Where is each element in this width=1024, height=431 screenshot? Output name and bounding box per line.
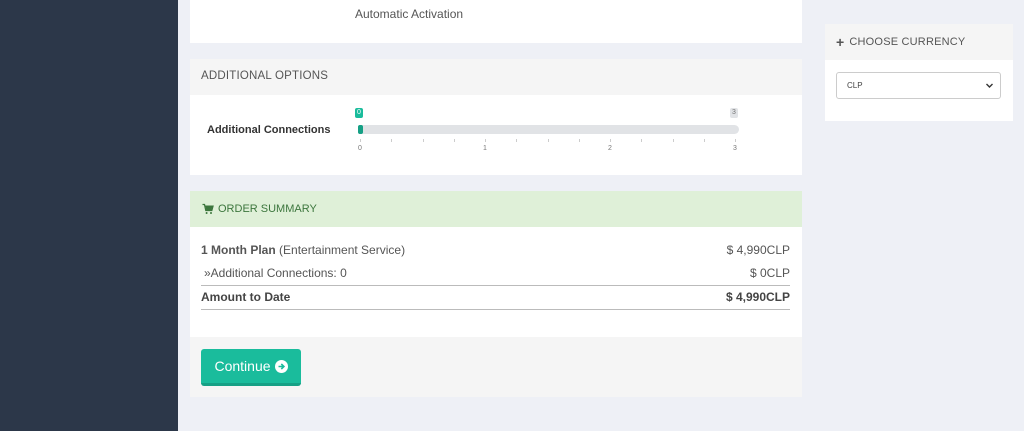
order-summary-panel: ORDER SUMMARY 1 Month Plan (Entertainmen… xyxy=(190,191,802,337)
order-summary-heading: ORDER SUMMARY xyxy=(190,191,802,227)
plus-icon: + xyxy=(836,34,845,50)
continue-label: Continue xyxy=(214,358,271,374)
slider-value-badge: 0 xyxy=(355,108,363,118)
slider-tick xyxy=(391,139,393,142)
currency-heading: + CHOOSE CURRENCY xyxy=(825,24,1013,60)
total-label: Amount to Date xyxy=(201,290,291,304)
slider-tick xyxy=(703,139,705,142)
checkout-footer: Continue xyxy=(190,337,802,397)
connections-amount: $ 0CLP xyxy=(749,266,790,280)
slider-tick xyxy=(360,139,361,142)
shopping-cart-icon xyxy=(202,203,214,214)
plan-name: 1 Month Plan xyxy=(201,243,276,257)
slider-tick-label: 1 xyxy=(483,145,487,152)
currency-panel: + CHOOSE CURRENCY CLP xyxy=(825,0,1013,121)
order-summary-title: ORDER SUMMARY xyxy=(218,203,317,215)
product-panel: Automatic Activation xyxy=(190,0,802,43)
plan-line: 1 Month Plan (Entertainment Service) xyxy=(201,243,405,257)
slider-tick xyxy=(735,139,736,142)
slider-tick xyxy=(516,139,518,142)
chevron-down-icon xyxy=(986,83,993,88)
summary-row-total: Amount to Date $ 4,990CLP xyxy=(201,290,790,304)
slider-tick-label: 2 xyxy=(608,145,612,152)
additional-options-heading: ADDITIONAL OPTIONS xyxy=(190,59,802,95)
slider-tick-label: 3 xyxy=(733,145,737,152)
plan-amount: $ 4,990CLP xyxy=(726,243,790,257)
slider-tick xyxy=(547,139,549,142)
slider-tick xyxy=(641,139,643,142)
additional-connections-slider[interactable] xyxy=(358,125,739,134)
slider-tick xyxy=(672,139,674,142)
currency-select[interactable]: CLP xyxy=(836,72,1001,99)
currency-selected: CLP xyxy=(847,81,863,90)
slider-tick xyxy=(453,139,455,142)
total-amount: $ 4,990CLP xyxy=(725,290,790,304)
currency-title: CHOOSE CURRENCY xyxy=(849,36,966,48)
slider-max-badge: 3 xyxy=(730,108,738,118)
summary-divider xyxy=(201,309,790,310)
summary-row-plan: 1 Month Plan (Entertainment Service) $ 4… xyxy=(201,243,790,257)
continue-button[interactable]: Continue xyxy=(201,349,301,386)
slider-tick xyxy=(610,139,611,142)
arrow-circle-right-icon xyxy=(274,359,288,373)
activation-text: Automatic Activation xyxy=(355,7,464,21)
additional-connections-label: Additional Connections xyxy=(207,124,331,136)
slider-tick-label: 0 xyxy=(358,145,362,152)
additional-options-panel: ADDITIONAL OPTIONS Additional Connection… xyxy=(190,59,802,175)
slider-tick xyxy=(422,139,424,142)
summary-divider xyxy=(201,285,790,286)
plan-detail: (Entertainment Service) xyxy=(279,243,406,257)
left-sidebar xyxy=(0,0,178,431)
slider-handle[interactable] xyxy=(358,125,363,134)
slider-tick xyxy=(578,139,580,142)
slider-tick xyxy=(485,139,486,142)
connections-line: »Additional Connections: 0 xyxy=(204,266,347,280)
summary-row-connections: »Additional Connections: 0 $ 0CLP xyxy=(201,266,790,280)
